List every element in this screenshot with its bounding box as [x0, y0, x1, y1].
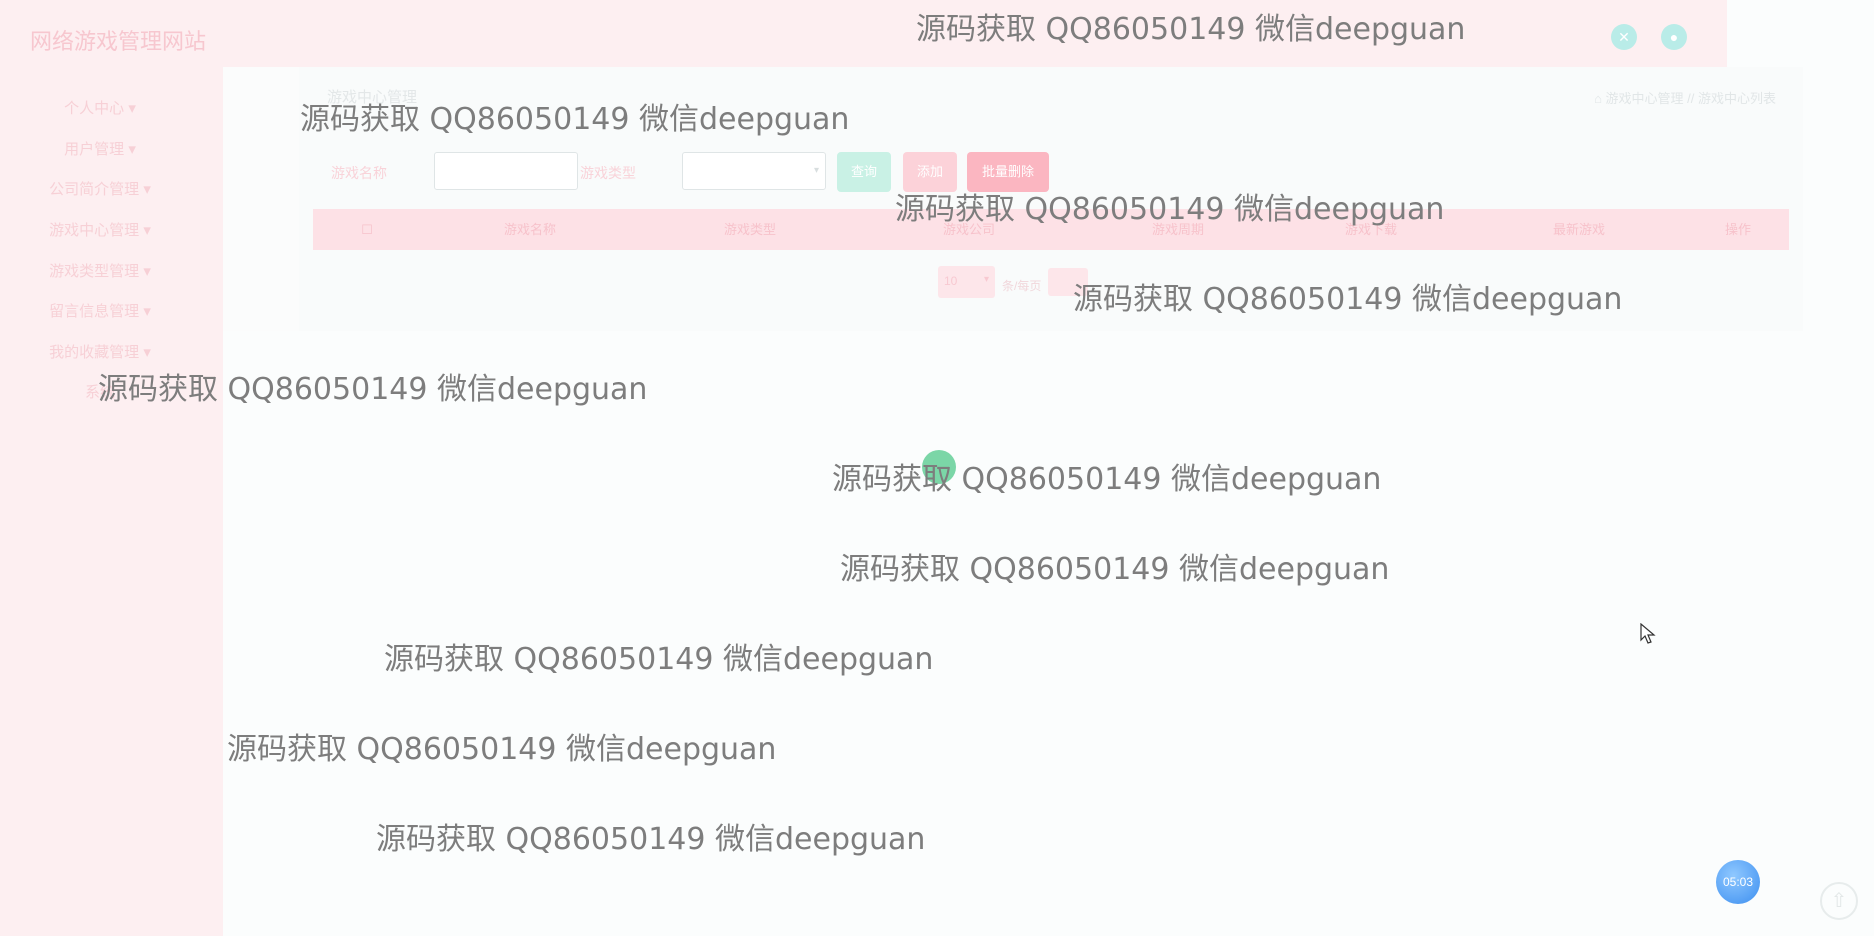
sidebar-item-users[interactable]: 用户管理 ▾ — [0, 138, 200, 159]
watermark: 源码获取 QQ86050149 微信deepguan — [227, 732, 777, 767]
sidebar-item-messages[interactable]: 留言信息管理 ▾ — [0, 300, 200, 321]
watermark: 源码获取 QQ86050149 微信deepguan — [916, 12, 1466, 47]
game-type-select[interactable]: ▾ — [682, 152, 826, 190]
col-latest: 最新游戏 — [1552, 222, 1606, 237]
chevron-down-icon: ▾ — [983, 274, 989, 285]
chevron-down-icon: ▾ — [813, 165, 819, 176]
sidebar-item-favorites[interactable]: 我的收藏管理 ▾ — [0, 341, 200, 362]
watermark: 源码获取 QQ86050149 微信deepguan — [840, 552, 1390, 587]
watermark: 源码获取 QQ86050149 微信deepguan — [895, 192, 1445, 227]
game-name-label: 游戏名称 — [331, 165, 387, 181]
game-type-label: 游戏类型 — [580, 165, 636, 181]
game-name-input[interactable] — [434, 152, 578, 190]
expand-icon[interactable]: ✕ — [1611, 24, 1637, 50]
per-page-label: 条/每页 — [1002, 279, 1042, 293]
watermark: 源码获取 QQ86050149 微信deepguan — [376, 822, 926, 857]
page-size-select[interactable]: 10 ▾ — [938, 266, 995, 298]
user-icon[interactable]: ● — [1661, 24, 1687, 50]
back-to-top-icon[interactable]: ⇧ — [1820, 882, 1858, 920]
sidebar-item-game-type[interactable]: 游戏类型管理 ▾ — [0, 260, 200, 281]
breadcrumb: ⌂ 游戏中心管理 // 游戏中心列表 — [1594, 91, 1776, 106]
home-icon: ⌂ — [1594, 91, 1606, 106]
query-button[interactable]: 查询 — [837, 152, 891, 192]
sidebar-item-game-center[interactable]: 游戏中心管理 ▾ — [0, 219, 200, 240]
watermark: 源码获取 QQ86050149 微信deepguan — [832, 462, 1382, 497]
watermark: 源码获取 QQ86050149 微信deepguan — [98, 372, 648, 407]
watermark: 源码获取 QQ86050149 微信deepguan — [384, 642, 934, 677]
timer-badge[interactable]: 05:03 — [1716, 860, 1760, 904]
sidebar-item-company[interactable]: 公司简介管理 ▾ — [0, 178, 200, 199]
sidebar: 个人中心 ▾ 用户管理 ▾ 公司简介管理 ▾ 游戏中心管理 ▾ 游戏类型管理 ▾… — [0, 67, 223, 936]
site-title: 网络游戏管理网站 — [30, 29, 207, 54]
col-actions: 操作 — [1724, 222, 1752, 237]
mouse-cursor-icon — [1640, 623, 1656, 644]
col-game-name: 游戏名称 — [503, 222, 557, 237]
col-game-type: 游戏类型 — [723, 222, 777, 237]
select-all-checkbox[interactable]: ☐ — [361, 209, 373, 250]
watermark: 源码获取 QQ86050149 微信deepguan — [1073, 282, 1623, 317]
sidebar-item-profile[interactable]: 个人中心 ▾ — [0, 97, 200, 118]
top-bar: 网络游戏管理网站 ✕ ● — [0, 0, 1727, 67]
watermark: 源码获取 QQ86050149 微信deepguan — [300, 102, 850, 137]
